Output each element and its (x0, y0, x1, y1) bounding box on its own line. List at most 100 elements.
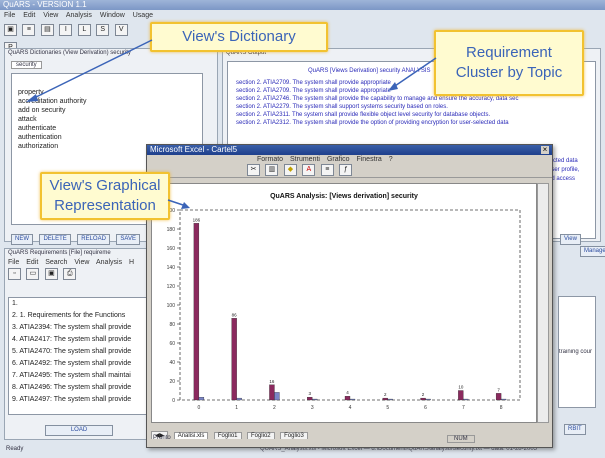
view-button[interactable]: View (560, 234, 581, 245)
dictionary-item[interactable]: attack (12, 115, 202, 124)
editor-line: 5. ATIA2470: The system shall provide (12, 348, 132, 355)
sheet-tab-bar: ◀▶ Analisi.xls Foglio1 Foglio2 Foglio3 (151, 424, 309, 439)
x-tick-label: 5 (386, 405, 389, 411)
font-color-icon[interactable]: A (302, 164, 316, 176)
bar (387, 398, 393, 401)
x-tick-label: 3 (311, 405, 314, 411)
sheet-tab[interactable]: Foglio2 (246, 432, 275, 439)
list-icon[interactable]: ≡ (22, 24, 36, 36)
y-tick-label: 160 (167, 246, 176, 252)
menu-analysis[interactable]: Analysis (66, 12, 92, 19)
manage-button[interactable]: Manage (580, 246, 605, 257)
bar (344, 396, 351, 401)
x-tick-label: 7 (462, 405, 465, 411)
sheet-tab[interactable]: Foglio3 (280, 432, 308, 439)
function-icon[interactable]: ƒ (339, 164, 353, 176)
menu-usage[interactable]: Usage (133, 12, 153, 19)
excel-close-icon[interactable]: × (541, 146, 549, 154)
main-window-title: QuARS - VERSION 1.1 (3, 0, 87, 9)
excel-menu-item[interactable]: ? (389, 156, 393, 163)
editor-line: 2. 1. Requirements for the Functions (12, 312, 126, 319)
editor-line: 7. ATIA2495: The system shall maintai (12, 372, 131, 379)
x-tick-label: 0 (197, 405, 200, 411)
new-button[interactable]: NEW (11, 234, 33, 245)
editor-menu-item[interactable]: Edit (26, 259, 38, 266)
menu-window[interactable]: Window (100, 12, 125, 19)
y-tick-label: 20 (169, 379, 175, 385)
toolbar-i-button[interactable]: I (59, 24, 73, 36)
dictionary-buttons: NEW DELETE RELOAD SAVE (11, 227, 142, 245)
dictionary-item[interactable]: accreditation authority (12, 97, 202, 106)
editor-menu-item[interactable]: Search (45, 259, 67, 266)
main-window-title-bar: QuARS - VERSION 1.1 (0, 0, 605, 10)
bar (349, 398, 356, 401)
status-ready: Ready (6, 446, 24, 452)
cut-icon[interactable]: ✂ (247, 164, 260, 176)
sheet-tab[interactable]: Foglio1 (213, 432, 242, 439)
editor-menu-item[interactable]: View (74, 259, 89, 266)
bar (382, 397, 388, 401)
save-file-icon[interactable]: ▣ (44, 268, 58, 280)
excel-toolbar: ✂ ▥ ◆ A ≡ ƒ (147, 164, 552, 178)
main-toolbar: ▣ ≡ ▤ I L S V P (4, 24, 144, 54)
print-icon[interactable]: ⎙ (63, 268, 77, 280)
reload-button[interactable]: RELOAD (77, 234, 110, 245)
load-button[interactable]: LOAD (45, 425, 113, 436)
excel-vertical-scrollbar[interactable] (537, 183, 549, 423)
chart-icon[interactable]: ▥ (265, 164, 279, 176)
delete-button[interactable]: DELETE (39, 234, 71, 245)
editor-line: 9. ATIA2497: The system shall provide (12, 396, 132, 403)
toolbar-v-button[interactable]: V (114, 24, 128, 36)
excel-menu-item[interactable]: Grafico (327, 156, 350, 163)
open-icon[interactable]: ▤ (40, 24, 54, 36)
right-partial-text-area: training cour (558, 296, 596, 408)
menu-edit[interactable]: Edit (23, 12, 35, 19)
y-tick-label: 180 (167, 227, 176, 233)
editor-toolbar: ▫ ▭ ▣ ⎙ (5, 268, 155, 280)
editor-line: 8. ATIA2496: The system shall provide (12, 384, 132, 391)
chart-title: QuARS Analysis: [Views derivation] secur… (270, 193, 418, 200)
open-file-icon[interactable]: ▭ (26, 268, 40, 280)
output-line: section 2. ATIA2746. The system shall pr… (236, 96, 519, 102)
y-tick-label: 40 (169, 360, 175, 366)
y-tick-label: 0 (172, 398, 175, 404)
dictionary-item[interactable]: add on security (12, 106, 202, 115)
chart-area[interactable]: QuARS Analysis: [Views derivation] secur… (151, 183, 537, 423)
toolbar-s-button[interactable]: S (96, 24, 110, 36)
dictionary-item[interactable]: authentication (12, 133, 202, 142)
menu-view[interactable]: View (43, 12, 58, 19)
editor-line: 1. (12, 300, 18, 307)
bar (193, 223, 200, 401)
editor-line: 4. ATIA2417: The system shall provide (12, 336, 132, 343)
bar (500, 398, 507, 401)
new-file-icon[interactable]: ▫ (8, 268, 21, 280)
dictionary-item[interactable]: property (12, 88, 202, 97)
bar-chart: QuARS Analysis: [Views derivation] secur… (167, 193, 521, 411)
fill-color-icon[interactable]: ◆ (283, 164, 297, 176)
x-tick-label: 6 (424, 405, 427, 411)
editor-menu-item[interactable]: H (129, 259, 134, 266)
sort-icon[interactable]: ≡ (320, 164, 334, 176)
output-line: section 2. ATIA2311. The system shall pr… (236, 112, 491, 118)
menu-file[interactable]: File (4, 12, 15, 19)
dictionary-tab-security[interactable]: security (11, 61, 42, 69)
toolbar-l-button[interactable]: L (77, 24, 91, 36)
excel-menu-item[interactable]: Formato (257, 156, 283, 163)
excel-menu-item[interactable]: Strumenti (290, 156, 320, 163)
editor-text-area[interactable]: 1. 2. 1. Requirements for the Functions … (8, 297, 152, 415)
save-button[interactable]: SAVE (116, 234, 140, 245)
bar (269, 384, 275, 401)
save-icon[interactable]: ▣ (4, 24, 17, 36)
excel-status-left: Pronto (153, 435, 171, 441)
data-label: 2 (384, 392, 387, 397)
editor-menu-item[interactable]: Analysis (96, 259, 122, 266)
dictionary-item[interactable]: authenticate (12, 124, 202, 133)
bar (495, 393, 502, 401)
sheet-tab[interactable]: Analisi.xls (173, 432, 209, 439)
y-tick-label: 120 (167, 284, 176, 290)
rbit-button[interactable]: RBIT (564, 424, 586, 435)
bar (236, 397, 242, 401)
excel-menu-item[interactable]: Finestra (356, 156, 381, 163)
bar (425, 398, 431, 401)
editor-menu-item[interactable]: File (8, 259, 19, 266)
